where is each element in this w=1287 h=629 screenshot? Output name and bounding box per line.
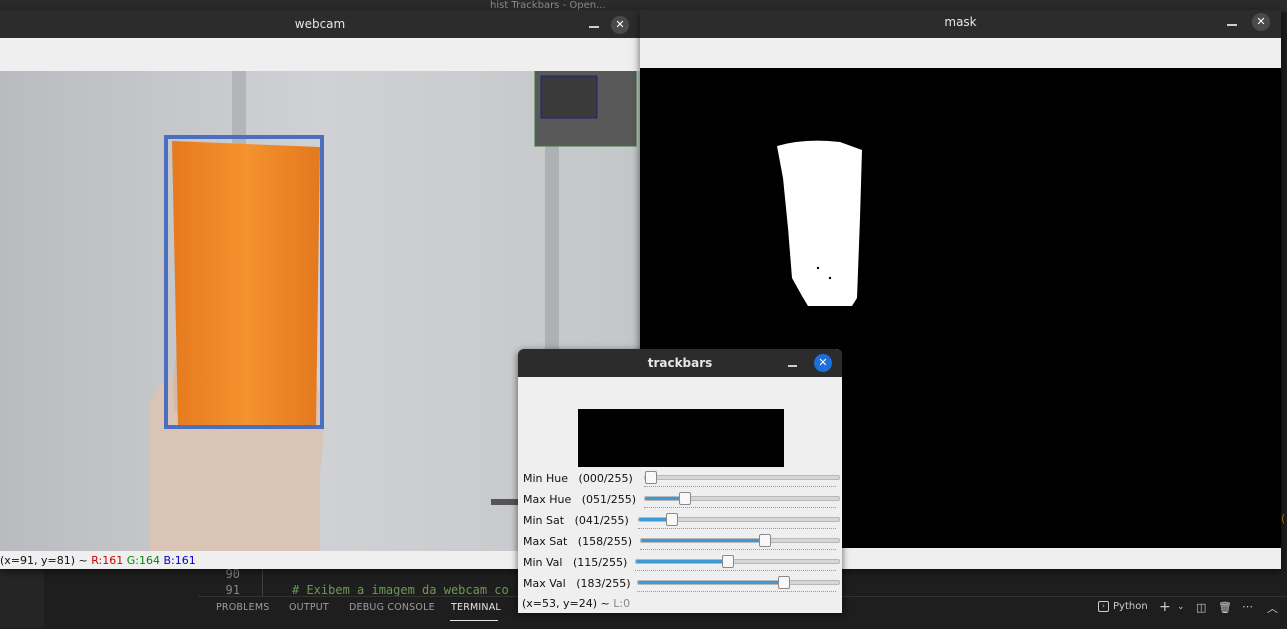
trackbar-max-val: Max Val (183/255) bbox=[518, 574, 842, 595]
trackbar-label: Max Val (183/255) bbox=[523, 577, 631, 590]
chevron-up-icon[interactable]: ︿ bbox=[1267, 600, 1278, 616]
trackbar-label: Min Val (115/255) bbox=[523, 556, 628, 569]
terminal-selector[interactable]: › Python bbox=[1098, 601, 1148, 612]
edge-char: ( bbox=[1281, 512, 1286, 525]
split-icon[interactable]: ◫ bbox=[1196, 601, 1206, 614]
slider-fill bbox=[638, 581, 783, 584]
indent-guide bbox=[262, 568, 263, 596]
slider-fill bbox=[645, 497, 684, 500]
tab-debug-console[interactable]: DEBUG CONSOLE bbox=[349, 602, 435, 613]
close-icon[interactable]: ✕ bbox=[814, 354, 832, 372]
code-comment: # Exibem a imagem da webcam co bbox=[292, 583, 509, 597]
window-title: mask bbox=[944, 15, 977, 29]
close-icon[interactable]: ✕ bbox=[1252, 13, 1270, 31]
webcam-status-bar: (x=91, y=81) ~ R:161 G:164 B:161 bbox=[0, 554, 196, 567]
pixel-level: L:0 bbox=[613, 597, 631, 610]
trackbar-label: Max Hue (051/255) bbox=[523, 493, 637, 506]
trackbar-min-hue: Min Hue (000/255) bbox=[518, 469, 842, 490]
trackbar-min-val: Min Val (115/255) bbox=[518, 553, 842, 574]
pixel-red: R:161 bbox=[91, 554, 124, 567]
slider-track[interactable] bbox=[644, 492, 840, 505]
activity-bar bbox=[0, 560, 44, 628]
active-tab-indicator bbox=[450, 620, 498, 621]
slider-track[interactable] bbox=[637, 576, 840, 589]
webcam-toolbar bbox=[0, 38, 640, 71]
webcam-title-bar[interactable]: webcam ✕ bbox=[0, 10, 640, 38]
trackbar-max-hue: Max Hue (051/255) bbox=[518, 490, 842, 511]
slider-ticks bbox=[644, 483, 836, 487]
trackbar-label: Min Hue (000/255) bbox=[523, 472, 633, 485]
chevron-down-icon[interactable]: ⌄ bbox=[1177, 602, 1185, 612]
line-number: 91 bbox=[225, 583, 240, 597]
plus-icon[interactable]: + bbox=[1159, 599, 1171, 615]
slider-track[interactable] bbox=[635, 555, 840, 568]
mask-toolbar bbox=[640, 38, 1281, 68]
trackbars-status-bar: (x=53, y=24) ~ L:0 bbox=[522, 597, 630, 610]
slider-fill bbox=[636, 560, 728, 563]
roi-inner-box bbox=[540, 75, 598, 119]
window-title: trackbars bbox=[647, 356, 713, 370]
slider-ticks bbox=[640, 546, 836, 550]
mask-blob bbox=[777, 140, 862, 306]
pixel-coords: (x=91, y=81) ~ bbox=[0, 554, 88, 567]
window-title: webcam bbox=[294, 17, 346, 31]
tab-terminal[interactable]: TERMINAL bbox=[451, 602, 501, 613]
slider-ticks bbox=[635, 567, 836, 571]
pixel-green: G:164 bbox=[126, 554, 160, 567]
tab-output[interactable]: OUTPUT bbox=[289, 602, 329, 613]
slider-ticks bbox=[644, 504, 836, 508]
minimize-icon[interactable] bbox=[788, 365, 797, 367]
slider-ticks bbox=[638, 525, 836, 529]
slider-track[interactable] bbox=[640, 534, 840, 547]
trackbar-preview bbox=[578, 409, 784, 467]
trackbars-window: trackbars ✕ Min Hue (000/255) Max Hue (0… bbox=[518, 349, 842, 613]
mask-title-bar[interactable]: mask ✕ bbox=[640, 10, 1281, 38]
trackbar-max-sat: Max Sat (158/255) bbox=[518, 532, 842, 553]
trackbar-label: Min Sat (041/255) bbox=[523, 514, 629, 527]
terminal-icon: › bbox=[1098, 601, 1109, 612]
orange-cup bbox=[172, 141, 320, 426]
trackbar-label: Max Sat (158/255) bbox=[523, 535, 633, 548]
trackbars-title-bar[interactable]: trackbars ✕ bbox=[518, 349, 842, 377]
slider-track[interactable] bbox=[644, 471, 840, 484]
minimize-icon[interactable] bbox=[1227, 24, 1237, 26]
slider-track[interactable] bbox=[638, 513, 840, 526]
close-icon[interactable]: ✕ bbox=[611, 16, 629, 34]
tab-problems[interactable]: PROBLEMS bbox=[216, 602, 269, 613]
slider-ticks bbox=[637, 588, 836, 592]
slider-fill bbox=[641, 539, 764, 542]
trash-icon[interactable]: 🗑 bbox=[1218, 601, 1232, 614]
line-number: 90 bbox=[225, 567, 240, 581]
more-icon[interactable]: ⋯ bbox=[1242, 600, 1253, 613]
minimize-icon[interactable] bbox=[589, 26, 599, 28]
pixel-coords: (x=53, y=24) ~ bbox=[522, 597, 610, 610]
terminal-name: Python bbox=[1113, 601, 1148, 612]
pixel-blue: B:161 bbox=[163, 554, 196, 567]
trackbar-min-sat: Min Sat (041/255) bbox=[518, 511, 842, 532]
